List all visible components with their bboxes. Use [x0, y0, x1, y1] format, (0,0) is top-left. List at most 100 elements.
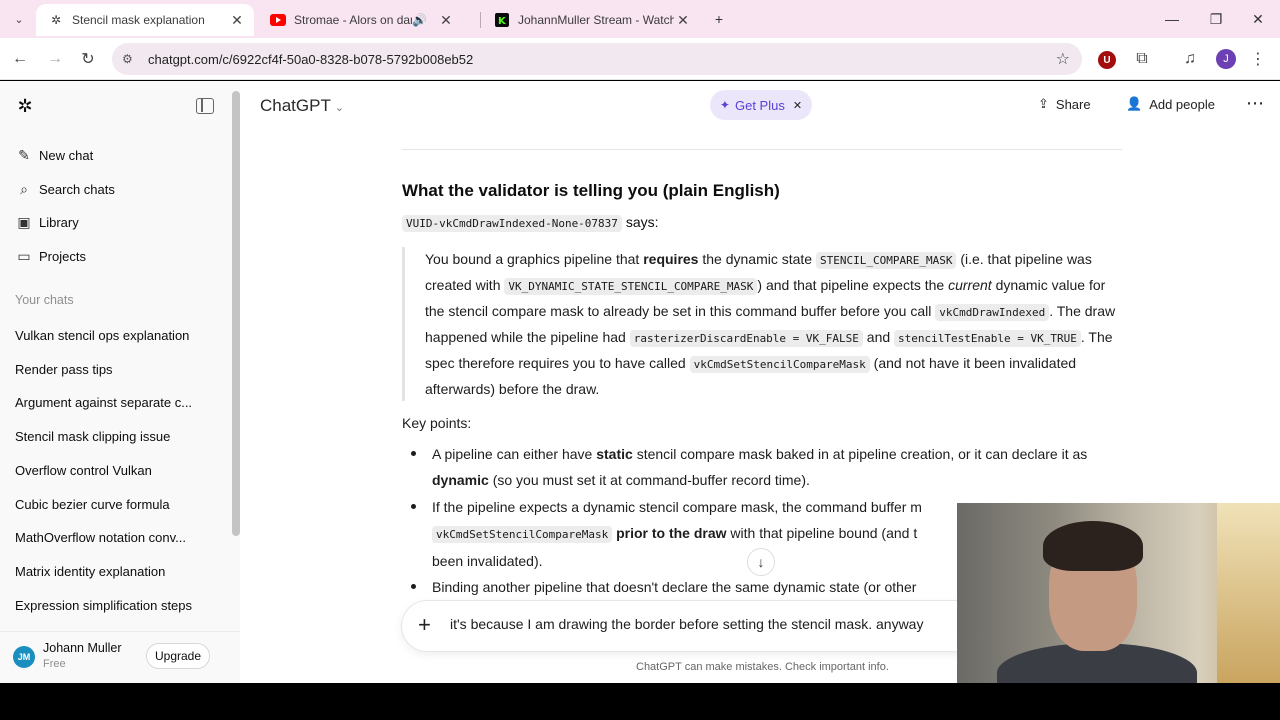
- text: You bound a graphics pipeline that: [425, 251, 644, 267]
- sidebar-toggle-icon[interactable]: [196, 98, 214, 114]
- add-person-icon: 👤: [1126, 96, 1143, 111]
- speaker-icon[interactable]: 🔊: [412, 13, 427, 27]
- plus-icon[interactable]: +: [418, 612, 431, 638]
- bold-text: requires: [643, 251, 699, 267]
- tab-stencil-mask[interactable]: ✲ Stencil mask explanation ✕: [36, 4, 254, 36]
- vuid-code: VUID-vkCmdDrawIndexed-None-07837: [402, 215, 622, 232]
- close-icon[interactable]: ✕: [793, 99, 802, 112]
- ublock-extension-icon[interactable]: U: [1098, 51, 1116, 69]
- library-icon: ▣: [17, 213, 31, 230]
- youtube-icon: [270, 12, 286, 28]
- close-icon[interactable]: ✕: [437, 12, 455, 29]
- text: A pipeline can either have: [432, 446, 597, 462]
- chat-item[interactable]: Argument against separate c...: [8, 387, 228, 417]
- vuid-line: VUID-vkCmdDrawIndexed-None-07837 says:: [402, 214, 659, 232]
- chatgpt-logo-icon[interactable]: ✲: [14, 95, 36, 117]
- sidebar-item-library[interactable]: ▣ Library: [8, 207, 228, 237]
- chat-item[interactable]: Matrix identity explanation: [8, 556, 228, 586]
- text: the dynamic state: [698, 251, 816, 267]
- sidebar-scrollbar[interactable]: [232, 91, 240, 536]
- inline-code: stencilTestEnable = VK_TRUE: [894, 330, 1081, 347]
- url-text[interactable]: chatgpt.com/c/6922cf4f-50a0-8328-b078-57…: [148, 52, 473, 67]
- new-tab-icon[interactable]: +: [706, 6, 732, 32]
- sidebar-item-projects[interactable]: ▭ Projects: [8, 241, 228, 271]
- add-people-button[interactable]: 👤 Add people: [1126, 96, 1215, 112]
- chat-item[interactable]: Overflow control Vulkan: [8, 455, 228, 485]
- kick-icon: K: [494, 12, 510, 28]
- tab-search-chevron-icon[interactable]: ⌄: [8, 8, 30, 30]
- search-icon: ⌕: [20, 180, 28, 197]
- profile-avatar[interactable]: J: [1216, 49, 1236, 69]
- more-options-icon[interactable]: ⋯: [1246, 93, 1264, 114]
- get-plus-button[interactable]: ✦ Get Plus ✕: [710, 90, 812, 120]
- key-points-label: Key points:: [402, 415, 472, 431]
- inline-code: STENCIL_COMPARE_MASK: [815, 252, 957, 269]
- minimize-icon[interactable]: —: [1150, 6, 1194, 32]
- chevron-down-icon: ⌄: [334, 102, 345, 114]
- divider: [402, 149, 1122, 150]
- says-text: says:: [625, 214, 659, 230]
- bookmark-star-icon[interactable]: ☆: [1056, 49, 1070, 69]
- chat-item[interactable]: Vulkan stencil ops explanation: [8, 320, 228, 350]
- composer-input[interactable]: it's because I am drawing the border bef…: [450, 616, 923, 632]
- text: (so you must set it at command-buffer re…: [488, 472, 810, 488]
- arrow-down-icon: ↓: [757, 554, 765, 570]
- your-chats-heading: Your chats: [15, 293, 74, 307]
- browser-menu-icon[interactable]: ⋮: [1246, 47, 1270, 71]
- text: stencil compare mask baked in at pipelin…: [632, 446, 1088, 462]
- model-name: ChatGPT: [260, 96, 331, 115]
- sidebar-item-search-chats[interactable]: ⌕ Search chats: [8, 174, 228, 204]
- disclaimer-text: ChatGPT can make mistakes. Check importa…: [636, 661, 889, 673]
- restore-icon[interactable]: ❐: [1194, 6, 1238, 32]
- close-icon[interactable]: ✕: [228, 12, 246, 29]
- chat-item[interactable]: MathOverflow notation conv...: [8, 522, 228, 552]
- close-icon[interactable]: ✕: [674, 12, 692, 29]
- list-item: A pipeline can either have static stenci…: [402, 441, 1122, 493]
- text: been invalidated).: [432, 553, 543, 569]
- svg-text:K: K: [498, 16, 507, 27]
- chat-item[interactable]: Expression simplification steps: [8, 590, 228, 620]
- tab-title: JohannMuller Stream - Watch L: [518, 13, 674, 27]
- inline-code: vkCmdSetStencilCompareMask: [432, 526, 613, 543]
- webcam-background-window: [1217, 503, 1280, 684]
- share-button[interactable]: ⇪ Share: [1038, 96, 1091, 112]
- folder-icon: ▭: [17, 247, 31, 264]
- chat-item[interactable]: Stencil mask clipping issue: [8, 421, 228, 451]
- text: ) and that pipeline expects the: [757, 277, 949, 293]
- browser-tab-strip: ⌄ ✲ Stencil mask explanation ✕ Stromae -…: [0, 0, 1280, 38]
- extensions-icon[interactable]: ⧉: [1130, 47, 1154, 71]
- media-controls-icon[interactable]: ♫: [1178, 47, 1202, 71]
- scroll-to-bottom-button[interactable]: ↓: [747, 548, 775, 576]
- reload-icon[interactable]: ↻: [76, 47, 100, 71]
- chat-item[interactable]: Render pass tips: [8, 354, 228, 384]
- upgrade-button[interactable]: Upgrade: [146, 643, 210, 669]
- model-selector[interactable]: ChatGPT ⌄: [260, 96, 344, 116]
- sparkle-icon: ✦: [719, 98, 730, 112]
- site-info-icon[interactable]: ⚙: [122, 52, 138, 66]
- back-icon[interactable]: ←: [8, 47, 32, 71]
- sidebar-item-label: Library: [39, 214, 79, 230]
- forward-icon[interactable]: →: [43, 47, 67, 71]
- share-label: Share: [1055, 96, 1091, 112]
- sidebar-item-new-chat[interactable]: ✎ New chat: [8, 140, 228, 170]
- add-people-label: Add people: [1149, 96, 1215, 112]
- get-plus-label: Get Plus: [734, 97, 785, 113]
- webcam-person-hair: [1043, 521, 1143, 571]
- user-plan: Free: [43, 658, 66, 670]
- tab-kick-stream[interactable]: K JohannMuller Stream - Watch L ✕: [482, 4, 700, 36]
- inline-code: VK_DYNAMIC_STATE_STENCIL_COMPARE_MASK: [504, 278, 758, 295]
- user-account[interactable]: JM Johann Muller Free Upgrade: [0, 631, 240, 683]
- window-close-icon[interactable]: ✕: [1236, 6, 1280, 32]
- chat-item[interactable]: Cubic bezier curve formula: [8, 489, 228, 519]
- sidebar: ✲ ✎ New chat ⌕ Search chats ▣ Library ▭ …: [0, 81, 240, 683]
- share-icon: ⇪: [1038, 96, 1049, 111]
- address-bar[interactable]: ⚙ chatgpt.com/c/6922cf4f-50a0-8328-b078-…: [112, 43, 1082, 75]
- avatar[interactable]: JM: [13, 646, 35, 668]
- tab-stromae[interactable]: Stromae - Alors on danse (C 🔊 ✕: [258, 4, 476, 36]
- webcam-overlay: [957, 503, 1280, 684]
- sidebar-item-label: Search chats: [39, 181, 115, 197]
- chat-header: ChatGPT ⌄ ✦ Get Plus ✕ ⇪ Share 👤 Add peop…: [240, 81, 1280, 131]
- italic-text: current: [948, 277, 992, 293]
- inline-code: rasterizerDiscardEnable = VK_FALSE: [629, 330, 863, 347]
- user-name: Johann Muller: [43, 641, 122, 655]
